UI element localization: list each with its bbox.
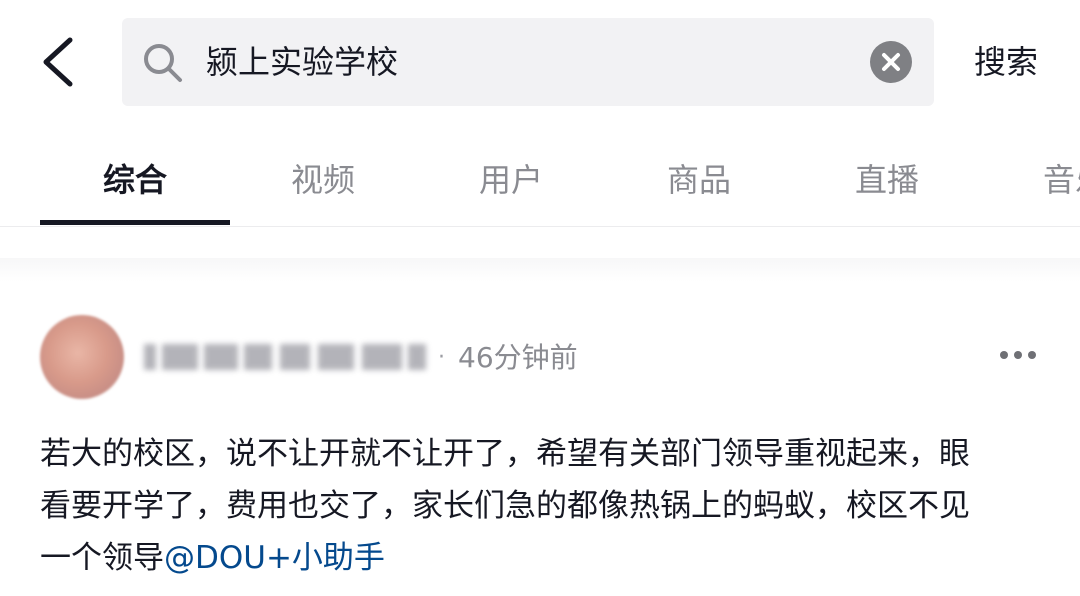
- more-dots-icon: [1028, 351, 1036, 359]
- post-text-fragment: 一个领导: [40, 540, 164, 576]
- search-result-tabs: 综合 视频 用户 商品 直播 音乐: [0, 138, 1080, 224]
- active-tab-indicator: [40, 220, 230, 225]
- close-icon: [882, 53, 900, 71]
- more-dots-icon: [1014, 351, 1022, 359]
- search-icon: [144, 44, 182, 82]
- search-box[interactable]: 颍上实验学校: [122, 18, 934, 106]
- section-separator: [0, 258, 1080, 282]
- divider: [0, 226, 1080, 227]
- tab-videos[interactable]: 视频: [291, 152, 355, 208]
- meta-separator: ·: [438, 345, 445, 370]
- post-text: 若大的校区，说不让开就不让开了，希望有关部门领导重视起来，眼 看要开学了，费用也…: [40, 428, 1050, 584]
- search-button[interactable]: 搜索: [960, 36, 1052, 88]
- back-button[interactable]: [28, 30, 88, 94]
- mention-link[interactable]: @DOU+小助手: [164, 540, 385, 576]
- post-text-line: 一个领导@DOU+小助手: [40, 532, 1050, 584]
- username-blurred[interactable]: [140, 336, 432, 380]
- avatar[interactable]: [40, 315, 124, 399]
- tab-music[interactable]: 音乐: [1043, 152, 1080, 208]
- more-options-button[interactable]: [996, 342, 1040, 368]
- clear-search-button[interactable]: [870, 41, 912, 83]
- post-text-line: 看要开学了，费用也交了，家长们急的都像热锅上的蚂蚁，校区不见: [40, 488, 970, 524]
- post-text-line: 若大的校区，说不让开就不让开了，希望有关部门领导重视起来，眼: [40, 436, 970, 472]
- tab-live[interactable]: 直播: [855, 152, 919, 208]
- search-input[interactable]: 颍上实验学校: [206, 38, 398, 86]
- tab-users[interactable]: 用户: [479, 152, 543, 208]
- tab-comprehensive[interactable]: 综合: [103, 152, 167, 208]
- more-dots-icon: [1000, 351, 1008, 359]
- tab-products[interactable]: 商品: [667, 152, 731, 208]
- post-time: 46分钟前: [458, 341, 578, 374]
- chevron-left-icon: [43, 37, 73, 87]
